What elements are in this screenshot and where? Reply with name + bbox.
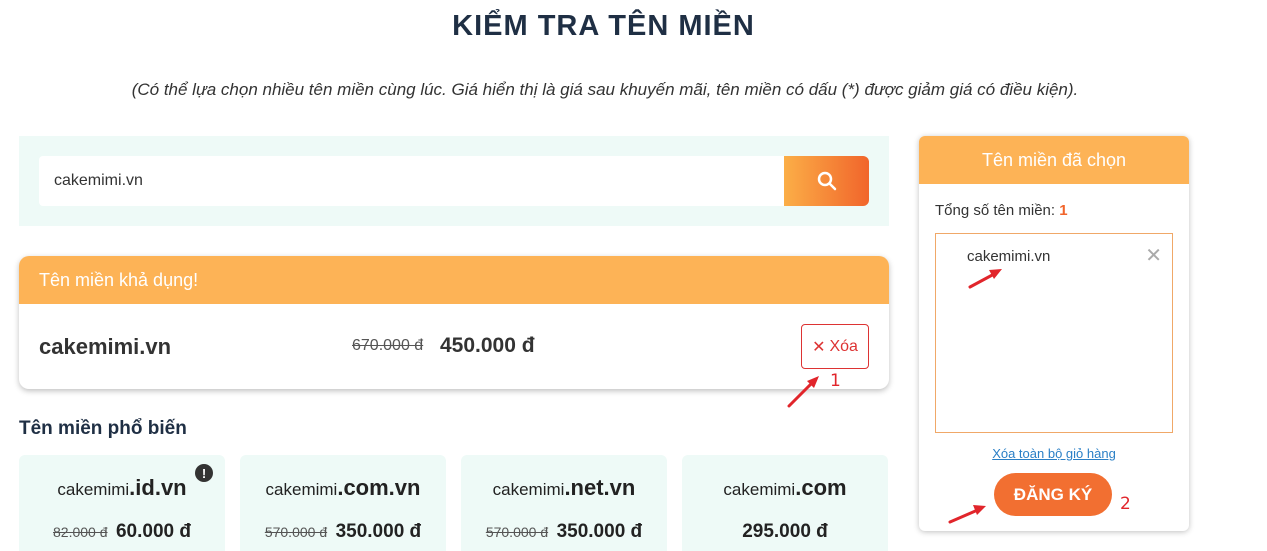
selected-domains-panel: Tên miền đã chọn Tổng số tên miền: 1 cak… [919,136,1189,531]
domain-base: cakemimi [265,480,338,499]
search-input-value: cakemimi.vn [54,172,143,189]
popular-domain-card[interactable]: cakemimi.net.vn 570.000 đ 350.000 đ [461,455,667,551]
popular-domain-name: cakemimi.id.vn [19,475,225,501]
available-domain-name: cakemimi.vn [39,334,172,359]
cart-total-count: 1 [1059,202,1068,219]
domain-extension: .com [795,475,847,500]
clear-cart-link[interactable]: Xóa toàn bộ giỏ hàng [919,446,1189,461]
popular-domain-card[interactable]: cakemimi.com.vn 570.000 đ 350.000 đ [240,455,446,551]
search-panel: cakemimi.vn [19,136,889,226]
close-icon: ✕ [812,338,826,356]
popular-domain-name: cakemimi.com [682,475,888,501]
domain-extension: .com.vn [337,475,421,500]
cart-total-label: Tổng số tên miền: [935,202,1056,219]
cart-header: Tên miền đã chọn [919,136,1189,184]
domain-base: cakemimi [492,480,565,499]
old-price: 82.000 đ [53,524,108,540]
old-price: 570.000 đ [264,524,328,540]
available-new-price: 450.000 đ [440,334,535,357]
cart-items-box: cakemimi.vn ✕ [935,233,1173,433]
domain-base: cakemimi [57,480,130,499]
available-old-price: 670.000 đ [352,337,424,354]
new-price: 350.000 đ [335,521,422,542]
new-price: 60.000 đ [115,521,191,542]
domain-base: cakemimi [723,480,796,499]
domain-extension: .net.vn [564,475,636,500]
search-button[interactable] [784,156,869,206]
cart-item-name: cakemimi.vn [967,248,1051,265]
popular-domain-card[interactable]: ! cakemimi.id.vn 82.000 đ 60.000 đ [19,455,225,551]
new-price: 350.000 đ [556,521,643,542]
annotation-number: 2 [1120,494,1131,514]
close-icon[interactable]: ✕ [1145,246,1162,266]
remove-domain-button[interactable]: ✕ Xóa [801,324,869,369]
domain-check-page: KIỂM TRA TÊN MIỀN (Có thể lựa chọn nhiều… [0,0,1267,551]
popular-domains-title: Tên miền phổ biến [19,418,187,439]
popular-domain-name: cakemimi.net.vn [461,475,667,501]
search-input[interactable]: cakemimi.vn [39,156,785,206]
search-icon [817,171,836,191]
annotation-number: 1 [830,371,841,391]
popular-domain-price: 82.000 đ 60.000 đ [19,521,225,543]
remove-button-label: Xóa [829,337,858,355]
page-subtitle: (Có thể lựa chọn nhiều tên miền cùng lúc… [131,80,1079,99]
available-header: Tên miền khả dụng! [19,256,889,304]
register-button[interactable]: ĐĂNG KÝ [994,473,1112,516]
popular-domain-card[interactable]: cakemimi.com 295.000 đ [682,455,888,551]
cart-total: Tổng số tên miền: 1 [935,202,1068,219]
popular-domain-name: cakemimi.com.vn [240,475,446,501]
domain-extension: .id.vn [129,475,187,500]
new-price: 295.000 đ [742,521,828,542]
old-price: 570.000 đ [485,524,549,540]
popular-domain-price: 570.000 đ 350.000 đ [240,521,446,543]
available-domain-card: Tên miền khả dụng! cakemimi.vn 670.000 đ… [19,256,889,389]
popular-domain-price: 570.000 đ 350.000 đ [461,521,667,543]
page-title: KIỂM TRA TÊN MIỀN [452,10,755,42]
popular-domain-price: 295.000 đ [682,521,888,543]
